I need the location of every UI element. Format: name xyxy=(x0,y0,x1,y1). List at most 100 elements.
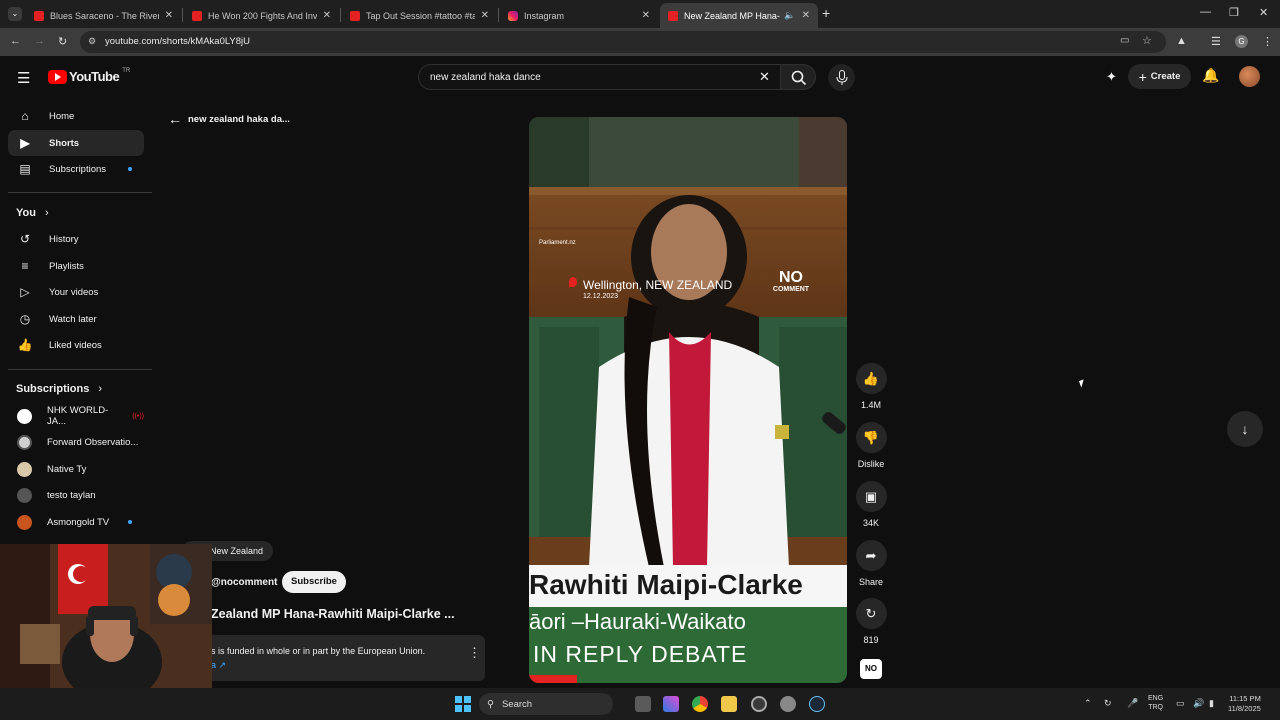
create-button[interactable]: + Create xyxy=(1128,64,1191,89)
hamburger-menu-icon[interactable]: ☰ xyxy=(17,69,30,87)
close-icon[interactable]: ✕ xyxy=(481,10,489,21)
windows-start-icon[interactable] xyxy=(455,696,471,712)
sidebar-item-watch-later[interactable]: ◷ Watch later xyxy=(8,306,144,332)
taskbar-search[interactable]: ⚲ Search xyxy=(479,693,613,715)
subscriptions-heading[interactable]: Subscriptions › xyxy=(16,383,102,395)
close-icon[interactable]: ✕ xyxy=(165,10,173,21)
chrome-icon[interactable] xyxy=(692,696,708,712)
browser-tab-4[interactable]: Instagram ✕ xyxy=(500,3,658,28)
search-button[interactable] xyxy=(780,64,816,90)
volume-icon[interactable]: 🔊 xyxy=(1193,698,1204,709)
app-icon[interactable] xyxy=(751,696,767,712)
notifications-bell-icon[interactable]: 🔔 xyxy=(1202,67,1219,84)
back-icon[interactable]: ← xyxy=(10,35,21,47)
gemini-sparkle-icon[interactable]: ✦ xyxy=(1106,69,1117,85)
sidebar-item-your-videos[interactable]: ▷ Your videos xyxy=(8,279,144,305)
clear-search-icon[interactable]: ✕ xyxy=(759,69,770,85)
media-controls-icon[interactable]: ☰ xyxy=(1211,35,1221,48)
channel-thumbnail-icon[interactable]: NO xyxy=(860,659,882,679)
search-icon xyxy=(791,70,807,86)
search-input[interactable]: new zealand haka dance ✕ xyxy=(418,64,780,90)
watch-later-icon: ◷ xyxy=(19,312,31,326)
sidebar-channel-native-ty[interactable]: Native Ty xyxy=(8,456,144,482)
sidebar-item-shorts[interactable]: ▶ Shorts xyxy=(8,130,144,156)
more-options-icon[interactable]: ⋮ xyxy=(468,645,481,661)
playlists-icon: ≡ xyxy=(21,259,29,273)
sidebar-channel-testo-taylan[interactable]: testo taylan xyxy=(8,482,144,508)
copilot-icon[interactable] xyxy=(663,696,679,712)
new-tab-icon[interactable]: + xyxy=(822,5,830,21)
subscriptions-icon: ▤ xyxy=(19,162,31,176)
shorts-video-player[interactable]: Parliament.nz Wellington, NEW ZEALAND 12… xyxy=(529,117,847,683)
clock-time: 11:15 PM xyxy=(1229,694,1261,703)
close-icon[interactable]: ✕ xyxy=(802,10,810,21)
extensions-icon[interactable]: ▲ xyxy=(1176,35,1187,47)
instagram-icon xyxy=(508,10,518,21)
brand-bottom: COMMENT xyxy=(772,286,810,293)
info-panel: s is funded in whole or in part by the E… xyxy=(200,635,485,681)
you-heading[interactable]: You › xyxy=(16,207,49,219)
plus-icon: + xyxy=(1138,68,1147,85)
sidebar-item-label: NHK WORLD-JA... xyxy=(47,405,109,427)
remix-icon: ↻ xyxy=(855,598,887,629)
sidebar-item-playlists[interactable]: ≡ Playlists xyxy=(8,253,144,279)
microphone-icon[interactable]: 🎤 xyxy=(1127,698,1138,709)
sidebar-item-history[interactable]: ↺ History xyxy=(8,226,144,252)
new-content-dot xyxy=(128,520,132,524)
forward-icon[interactable]: → xyxy=(34,35,45,47)
remix-count: 819 xyxy=(863,635,879,645)
browser-tab-2[interactable]: He Won 200 Fights And Inventi ✕ xyxy=(184,3,339,28)
section-heading-label: You xyxy=(16,207,36,219)
voice-search-button[interactable] xyxy=(828,64,855,91)
browser-menu-icon[interactable]: ⋮ xyxy=(1262,35,1273,48)
video-location: Wellington, NEW ZEALAND xyxy=(583,278,733,292)
install-app-icon[interactable]: ▭ xyxy=(1120,35,1129,46)
browser-tab-5-active[interactable]: New Zealand MP Hana-Raw 🔈 ✕ xyxy=(660,3,818,28)
profile-avatar-icon[interactable]: G xyxy=(1235,35,1248,48)
sidebar-channel-nhk[interactable]: NHK WORLD-JA... ((•)) xyxy=(8,403,144,429)
info-link[interactable]: a ↗ xyxy=(211,660,226,671)
steam-icon[interactable] xyxy=(809,696,825,712)
back-to-search[interactable]: ← new zealand haka da... xyxy=(168,111,290,127)
file-explorer-icon[interactable] xyxy=(721,696,737,712)
close-icon[interactable]: ✕ xyxy=(323,10,331,21)
account-avatar[interactable] xyxy=(1239,66,1260,87)
browser-tab-3[interactable]: Tap Out Session #tattoo #tatto ✕ xyxy=(342,3,497,28)
battery-icon[interactable]: ▮ xyxy=(1209,698,1214,709)
youtube-logo[interactable]: YouTube TR xyxy=(48,68,130,84)
dislike-button[interactable]: 👎 Dislike xyxy=(851,422,891,469)
clock[interactable]: 11:15 PM 11/8/2025 xyxy=(1228,694,1261,714)
short-title[interactable]: Zealand MP Hana-Rawhiti Maipi-Clarke ... xyxy=(211,607,455,621)
task-view-icon[interactable] xyxy=(635,696,651,712)
sidebar-item-home[interactable]: ⌂ Home xyxy=(8,103,144,129)
sidebar-channel-asmongold[interactable]: Asmongold TV xyxy=(8,509,144,535)
sync-icon[interactable]: ↻ xyxy=(1104,698,1112,709)
channel-handle[interactable]: @nocomment xyxy=(211,577,277,588)
minimize-icon[interactable]: — xyxy=(1200,6,1211,18)
comments-button[interactable]: ▣ 34K xyxy=(851,481,891,528)
language-indicator[interactable]: ENG TRQ xyxy=(1148,694,1163,712)
settings-gear-icon[interactable] xyxy=(780,696,796,712)
like-button[interactable]: 👍 1.4M xyxy=(851,363,891,410)
bookmark-star-icon[interactable]: ☆ xyxy=(1142,34,1152,47)
subscribe-button[interactable]: Subscribe xyxy=(282,571,346,593)
speaker-icon[interactable]: 🔈 xyxy=(784,10,795,21)
show-hidden-icons-icon[interactable]: ⌃ xyxy=(1084,698,1092,709)
sidebar-channel-forward-observations[interactable]: Forward Observatio... xyxy=(8,429,144,455)
site-info-icon[interactable]: ⚙ xyxy=(88,36,96,47)
reload-icon[interactable]: ↻ xyxy=(58,35,67,48)
video-date: 12.12.2023 xyxy=(583,293,619,300)
window-close-icon[interactable]: ✕ xyxy=(1259,6,1268,19)
browser-tab-1[interactable]: Blues Saraceno - The River - Yo ✕ xyxy=(26,3,181,28)
share-button[interactable]: ➦ Share xyxy=(851,540,891,587)
address-bar[interactable]: ⚙ youtube.com/shorts/kMAka0LY8jU ▭ ☆ xyxy=(80,31,1166,53)
sidebar-item-subscriptions[interactable]: ▤ Subscriptions xyxy=(8,156,144,182)
close-icon[interactable]: ✕ xyxy=(642,10,650,21)
remix-button[interactable]: ↻ 819 xyxy=(851,598,891,645)
next-short-button[interactable]: ↓ xyxy=(1227,411,1263,447)
network-icon[interactable]: ▭ xyxy=(1176,698,1185,709)
sidebar-item-liked-videos[interactable]: 👍 Liked videos xyxy=(8,332,144,358)
tab-search-icon[interactable]: ⌄ xyxy=(8,7,22,21)
restore-icon[interactable]: ❐ xyxy=(1229,6,1239,19)
thumbs-up-icon: 👍 xyxy=(855,363,887,394)
